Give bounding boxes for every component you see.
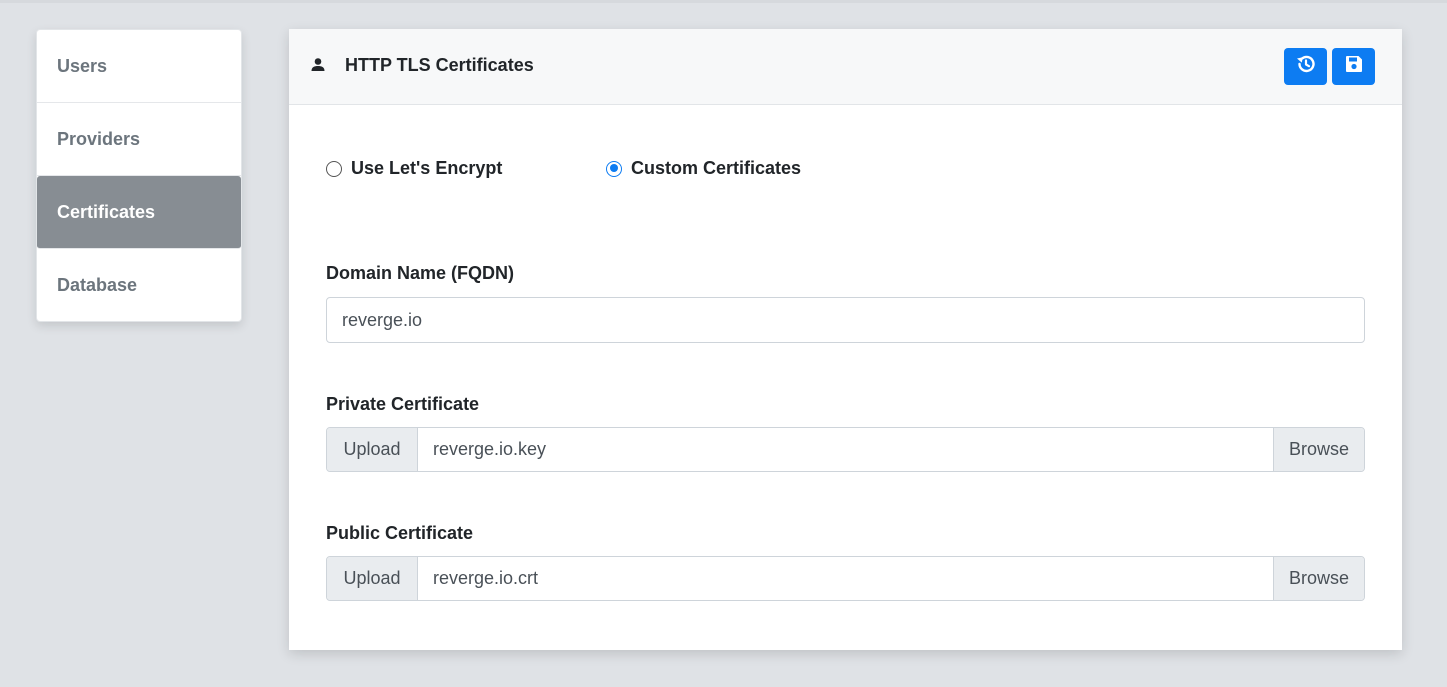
domain-name-input[interactable]: reverge.io (326, 297, 1365, 343)
custom-certificates-label: Custom Certificates (631, 158, 802, 178)
private-certificate-file-input[interactable]: Upload reverge.io.key Browse (326, 427, 1365, 472)
private-browse-button[interactable]: Browse (1273, 428, 1364, 471)
sidebar-item-providers[interactable]: Providers (37, 103, 241, 176)
lets-encrypt-label: Use Let's Encrypt (351, 158, 503, 178)
public-certificate-label: Public Certificate (326, 523, 474, 543)
sidebar-item-users[interactable]: Users (37, 30, 241, 103)
sidebar-item-label: Users (57, 55, 108, 76)
top-border (0, 0, 1447, 3)
lets-encrypt-option[interactable]: Use Let's Encrypt (326, 158, 502, 179)
card-title: HTTP TLS Certificates (345, 55, 534, 75)
user-icon (311, 57, 325, 73)
sidebar-item-database[interactable]: Database (37, 249, 241, 321)
public-upload-prefix: Upload (327, 557, 418, 600)
save-button[interactable] (1332, 48, 1375, 85)
public-browse-button[interactable]: Browse (1273, 557, 1364, 600)
settings-sidebar: Users Providers Certificates Database (36, 29, 242, 322)
history-icon (1295, 53, 1317, 80)
domain-name-value: reverge.io (342, 309, 423, 330)
private-certificate-label: Private Certificate (326, 394, 480, 414)
custom-certificates-radio[interactable] (606, 160, 622, 177)
custom-certificates-option[interactable]: Custom Certificates (606, 158, 801, 179)
private-certificate-filename[interactable]: reverge.io.key (418, 428, 1273, 471)
history-button[interactable] (1284, 48, 1327, 85)
domain-name-label: Domain Name (FQDN) (326, 263, 515, 283)
public-certificate-filename[interactable]: reverge.io.crt (418, 557, 1273, 600)
sidebar-item-label: Providers (57, 128, 141, 149)
lets-encrypt-radio[interactable] (326, 160, 342, 177)
card-header: HTTP TLS Certificates (289, 29, 1402, 105)
public-certificate-file-input[interactable]: Upload reverge.io.crt Browse (326, 556, 1365, 601)
sidebar-item-label: Database (57, 274, 138, 295)
sidebar-item-label: Certificates (57, 201, 156, 222)
sidebar-item-certificates[interactable]: Certificates (37, 176, 241, 249)
certificates-card: HTTP TLS Certificates Use Let's Encrypt … (289, 29, 1402, 650)
private-upload-prefix: Upload (327, 428, 418, 471)
save-icon (1344, 54, 1364, 79)
